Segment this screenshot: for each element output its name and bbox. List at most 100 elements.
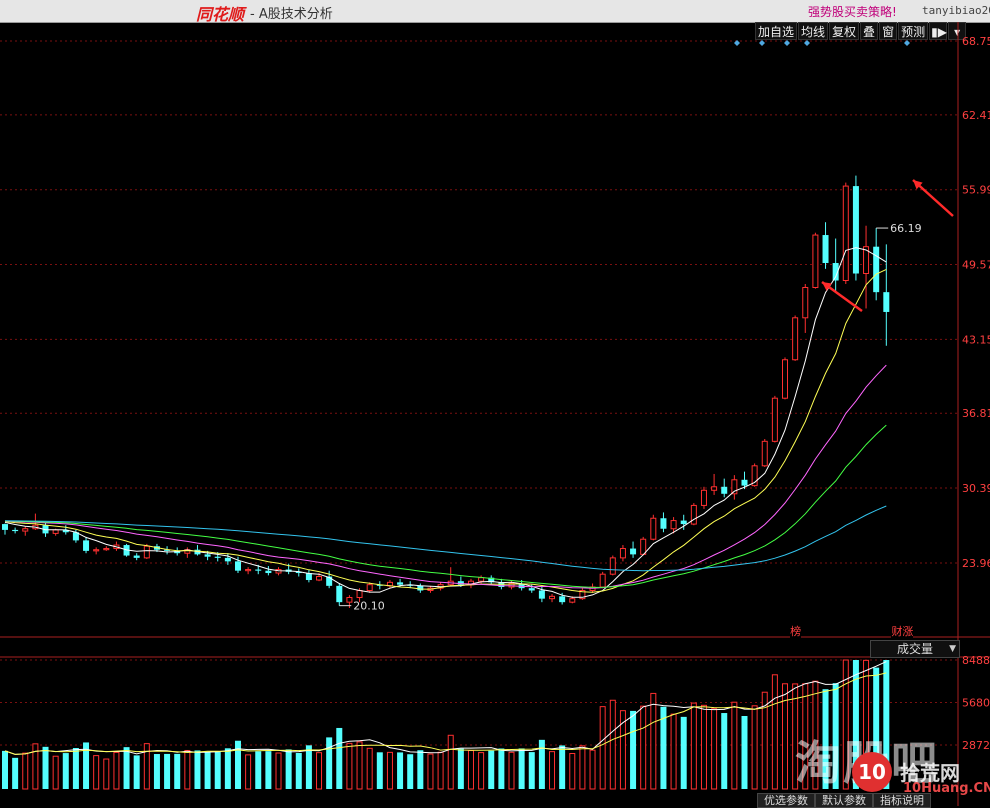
- candle-body: [670, 520, 677, 530]
- candle-body: [660, 518, 667, 529]
- candle-body: [721, 486, 728, 494]
- volume-bar: [721, 713, 728, 789]
- volume-bar: [589, 749, 596, 790]
- volume-bar: [782, 683, 789, 790]
- volume-bar: [376, 752, 383, 789]
- volume-bar: [32, 743, 39, 790]
- candle-body: [559, 596, 566, 603]
- candle-body: [842, 185, 849, 281]
- volume-tick-label: 2872: [962, 739, 990, 752]
- candle-body: [265, 570, 272, 574]
- candle-body: [640, 538, 647, 555]
- event-marker-icon: [784, 40, 790, 46]
- volume-bar: [52, 755, 59, 790]
- watermark-logo: 10: [852, 752, 892, 792]
- volume-bar: [569, 753, 576, 790]
- event-marker-icon: [804, 40, 810, 46]
- volume-bar: [316, 752, 323, 790]
- volume-bar: [305, 745, 312, 789]
- candle-body: [711, 486, 718, 491]
- volume-bar: [194, 750, 201, 789]
- annotation-label: 20.10: [353, 600, 385, 613]
- volume-bar: [437, 751, 444, 790]
- chevron-down-icon: ▼: [949, 644, 956, 654]
- price-tick-label: 43.15: [962, 333, 990, 346]
- candle-body: [549, 595, 556, 600]
- candle-body: [52, 529, 59, 534]
- annotation-label: 66.19: [890, 222, 922, 235]
- candle-body: [650, 517, 657, 540]
- candle-body: [234, 561, 241, 571]
- candlestick-chart[interactable]: 68.75 62.41 55.99 49.57 43.15 36.81 30.39 23.96…: [0, 0, 990, 806]
- candle-body: [255, 569, 262, 571]
- candle-body: [700, 489, 707, 506]
- candle-body: [224, 557, 231, 562]
- volume-bar: [457, 748, 464, 789]
- volume-bar: [549, 751, 556, 790]
- candle-body: [336, 585, 343, 603]
- volume-bar: [397, 752, 404, 789]
- volume-bar: [336, 727, 343, 789]
- volume-bar: [609, 699, 616, 790]
- volume-bar: [72, 748, 79, 789]
- candle-body: [245, 569, 252, 572]
- volume-bar: [285, 749, 292, 789]
- event-badge-finance[interactable]: 财涨: [891, 623, 914, 639]
- volume-bar: [275, 752, 282, 790]
- volume-bar: [214, 751, 221, 789]
- candle-body: [792, 317, 799, 361]
- volume-bar: [478, 752, 485, 790]
- candle-body: [812, 234, 819, 288]
- volume-bar: [711, 708, 718, 790]
- candle-body: [214, 556, 221, 558]
- volume-bar: [559, 745, 566, 789]
- volume-indicator-select[interactable]: 成交量 ▼: [870, 640, 960, 658]
- volume-bar: [467, 750, 474, 790]
- candle-body: [873, 246, 880, 293]
- candle-body: [417, 585, 424, 591]
- volume-bar: [680, 716, 687, 789]
- volume-bar: [488, 750, 495, 789]
- candle-body: [599, 573, 606, 588]
- candle-body: [761, 440, 768, 467]
- volume-bar: [690, 702, 697, 790]
- volume-bar: [12, 757, 19, 789]
- volume-bar: [22, 752, 29, 790]
- volume-bar: [700, 704, 707, 790]
- volume-bar: [153, 754, 160, 789]
- candle-body: [771, 397, 778, 442]
- volume-bar: [731, 701, 738, 790]
- candle-body: [802, 286, 809, 319]
- volume-bar: [265, 751, 272, 789]
- volume-indicator-label: 成交量: [897, 642, 934, 656]
- candle-body: [12, 529, 19, 532]
- volume-bar: [538, 739, 545, 789]
- volume-bar: [184, 749, 191, 790]
- candle-body: [356, 590, 363, 598]
- candle-body: [478, 577, 485, 582]
- volume-bar: [650, 692, 657, 790]
- event-marker-icon: [734, 40, 740, 46]
- candle-body: [822, 235, 829, 264]
- volume-tick-label: 8488: [962, 654, 990, 667]
- volume-bar: [93, 755, 100, 790]
- volume-bar: [427, 753, 434, 790]
- candle-body: [741, 479, 748, 486]
- volume-bar: [346, 742, 353, 790]
- event-marker-icon: [904, 40, 910, 46]
- price-axis: 68.75 62.41 55.99 49.57 43.15 36.81 30.39 23.96: [962, 35, 990, 570]
- candle-body: [133, 555, 140, 558]
- grid-lines: [0, 22, 990, 806]
- volume-bar: [417, 750, 424, 789]
- volume-bar: [528, 752, 535, 789]
- volume-bars: [2, 659, 890, 790]
- volume-bar: [447, 734, 454, 790]
- event-badge-rank[interactable]: 榜: [790, 623, 802, 639]
- volume-bar: [123, 747, 130, 789]
- volume-tick-label: 5680: [962, 697, 990, 710]
- candle-body: [619, 548, 626, 559]
- candle-body: [690, 504, 697, 525]
- candle-body: [346, 596, 353, 603]
- candle-body: [883, 292, 890, 312]
- candle-body: [609, 557, 616, 575]
